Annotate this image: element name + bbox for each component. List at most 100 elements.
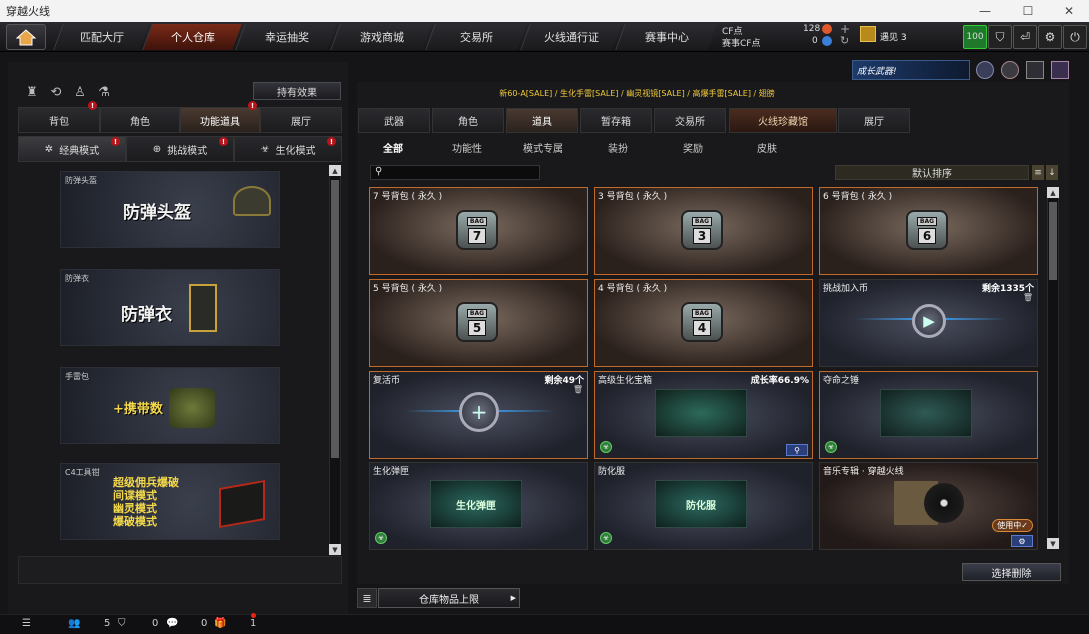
scroll-down-icon[interactable]: ▼ xyxy=(1047,538,1059,549)
ranking-icon[interactable]: ♜ xyxy=(24,84,40,100)
right-tab-weapons[interactable]: 武器 xyxy=(358,108,430,133)
game-client-window: { "window": {"title": "穿越火线"}, "topnav":… xyxy=(0,0,1089,634)
scroll-thumb[interactable] xyxy=(1049,202,1057,280)
left-tab-backpack[interactable]: 背包 xyxy=(18,107,100,133)
refresh-icon[interactable]: ↻ xyxy=(840,34,849,47)
alert-badge: ! xyxy=(219,137,228,146)
c4-tool-icon xyxy=(219,479,265,529)
storage-limit-button[interactable]: 仓库物品上限 ▶ xyxy=(378,588,520,608)
recycle-icon[interactable]: ⟲ xyxy=(48,84,64,100)
left-scrollbar[interactable]: ▲ ▼ xyxy=(329,165,341,555)
badge-icon[interactable] xyxy=(976,61,994,79)
biohazard-mark-icon: ☣ xyxy=(600,441,612,453)
item-card[interactable]: 音乐专辑 · 穿越火线 使用中✓ ⚙ xyxy=(819,462,1038,550)
subtab-all[interactable]: 全部 xyxy=(383,140,403,155)
subtab-rewards[interactable]: 奖励 xyxy=(683,140,703,155)
exit-room-icon[interactable]: ⏎ xyxy=(1013,25,1037,49)
list-view-icon[interactable]: ≡ xyxy=(1032,165,1044,180)
trash-icon[interactable]: 🗑 xyxy=(1023,293,1033,302)
sort-direction-icon[interactable]: ↓ xyxy=(1046,165,1058,180)
nav-tab-exchange[interactable]: 交易所 xyxy=(425,24,527,50)
friends-icon[interactable]: 👥 xyxy=(68,618,80,629)
subtab-functional[interactable]: 功能性 xyxy=(452,140,482,155)
right-tab-exchange[interactable]: 交易所 xyxy=(654,108,726,133)
left-tab-function-items[interactable]: 功能道具 xyxy=(180,107,260,133)
left-tab-showroom[interactable]: 展厅 xyxy=(260,107,342,133)
item-card[interactable]: 4 号背包 ( 永久 ) BAG 4 xyxy=(594,279,813,367)
scroll-up-icon[interactable]: ▲ xyxy=(1047,187,1059,198)
promo-text[interactable]: 新60-A[SALE] / 生化手雷[SALE] / 幽灵视镜[SALE] / … xyxy=(357,86,917,100)
sort-dropdown[interactable]: 默认排序 xyxy=(835,165,1029,180)
maximize-button[interactable]: ☐ xyxy=(1008,0,1048,22)
backpack-icon: BAG 4 xyxy=(681,302,723,342)
biohazard-mark-icon: ☣ xyxy=(600,532,612,544)
nav-tab-events[interactable]: 赛事中心 xyxy=(615,24,717,50)
menu-icon[interactable]: ☰ xyxy=(22,618,31,629)
character-icon[interactable]: ♙ xyxy=(72,84,88,100)
function-card-c4-pliers[interactable]: C4工具钳 超级佣兵爆破 间谍模式 幽灵模式 爆破模式 xyxy=(60,463,280,540)
scroll-thumb[interactable] xyxy=(331,180,339,458)
growth-weapon-banner[interactable]: 成长武器! xyxy=(852,60,970,80)
right-tab-temp-box[interactable]: 暂存箱 xyxy=(580,108,652,133)
nav-tab-battle-pass[interactable]: 火线通行证 xyxy=(520,24,622,50)
shield-icon[interactable]: ⛉ xyxy=(988,25,1012,49)
gift-icon[interactable]: 🎁 xyxy=(214,618,226,629)
function-card-vest[interactable]: 防弹衣 防弹衣 xyxy=(60,269,280,346)
function-card-helmet[interactable]: 防弹头盔 防弹头盔 xyxy=(60,171,280,248)
window-title: 穿越火线 xyxy=(6,5,50,18)
settings-gear-icon[interactable]: ⚙ xyxy=(1038,25,1062,49)
power-icon[interactable]: ⏻ xyxy=(1063,25,1087,49)
item-card[interactable]: 防化服 防化服 ☣ xyxy=(594,462,813,550)
item-card[interactable]: 生化弹匣 生化弹匣 ☣ xyxy=(369,462,588,550)
chat-bubble-icon[interactable]: 💬 xyxy=(166,618,178,629)
home-button[interactable] xyxy=(6,24,46,50)
trash-icon[interactable]: 🗑 xyxy=(573,385,583,394)
wing-icon[interactable] xyxy=(1026,61,1044,79)
left-footer xyxy=(18,556,342,584)
hazmat-suit-image: 防化服 xyxy=(655,480,747,528)
item-card[interactable]: 挑战加入币 剩余1335个 ▶ 🗑 xyxy=(819,279,1038,367)
settings-gear-icon[interactable]: ⚙ xyxy=(1011,535,1033,547)
mode-challenge[interactable]: ⊕ 挑战模式 xyxy=(126,136,234,162)
nav-tab-match-lobby[interactable]: 匹配大厅 xyxy=(53,24,149,50)
mode-classic[interactable]: ✲ 经典模式 xyxy=(18,136,126,162)
subtab-skins[interactable]: 皮肤 xyxy=(757,140,777,155)
backpack-icon: BAG 3 xyxy=(681,210,723,250)
layers-icon[interactable]: ≣ xyxy=(357,588,377,608)
helmet-icon xyxy=(233,186,271,216)
item-card[interactable]: 5 号背包 ( 永久 ) BAG 5 xyxy=(369,279,588,367)
right-tab-character[interactable]: 角色 xyxy=(432,108,504,133)
right-tab-collection[interactable]: 火线珍藏馆 xyxy=(729,108,837,133)
nav-tab-lucky-draw[interactable]: 幸运抽奖 xyxy=(235,24,337,50)
item-card[interactable]: 7 号背包 ( 永久 ) BAG 7 xyxy=(369,187,588,275)
scroll-down-icon[interactable]: ▼ xyxy=(329,544,341,555)
left-tab-character[interactable]: 角色 xyxy=(100,107,180,133)
minimize-button[interactable]: — xyxy=(965,0,1005,22)
target-badge-icon[interactable] xyxy=(1001,61,1019,79)
guild-shield-icon[interactable]: ⛉ xyxy=(118,618,126,629)
biohazard-mark-icon: ☣ xyxy=(375,532,387,544)
v-icon[interactable] xyxy=(1051,61,1069,79)
item-card[interactable]: 复活币 剩余49个 + 🗑 xyxy=(369,371,588,459)
search-input[interactable]: ⚲ xyxy=(370,165,540,180)
owned-effects-button[interactable]: 持有效果 xyxy=(253,82,341,100)
select-delete-button[interactable]: 选择删除 xyxy=(962,563,1061,581)
bag-icon[interactable]: ⚗ xyxy=(96,84,112,100)
alert-badge: ! xyxy=(111,137,120,146)
subtab-dress-up[interactable]: 装扮 xyxy=(608,140,628,155)
nav-tab-personal-storage[interactable]: 个人仓库 xyxy=(142,24,242,50)
right-scrollbar[interactable]: ▲ ▼ xyxy=(1047,187,1059,549)
nav-tab-game-mall[interactable]: 游戏商城 xyxy=(330,24,432,50)
item-card[interactable]: 夺命之锤 ☣ xyxy=(819,371,1038,459)
item-card[interactable]: 6 号背包 ( 永久 ) BAG 6 xyxy=(819,187,1038,275)
function-card-grenade-pack[interactable]: 手雷包 +携带数 xyxy=(60,367,280,444)
mode-biohazard[interactable]: ☣ 生化模式 xyxy=(234,136,342,162)
close-button[interactable]: ✕ xyxy=(1049,0,1089,22)
right-tab-items[interactable]: 道具 xyxy=(506,108,578,133)
right-tab-showroom[interactable]: 展厅 xyxy=(838,108,910,133)
magnify-icon[interactable]: ⚲ xyxy=(786,444,808,456)
item-card[interactable]: 3 号背包 ( 永久 ) BAG 3 xyxy=(594,187,813,275)
scroll-up-icon[interactable]: ▲ xyxy=(329,165,341,176)
subtab-mode-exclusive[interactable]: 模式专属 xyxy=(523,140,563,155)
item-card[interactable]: 高级生化宝箱 成长率66.9% ☣ ⚲ xyxy=(594,371,813,459)
